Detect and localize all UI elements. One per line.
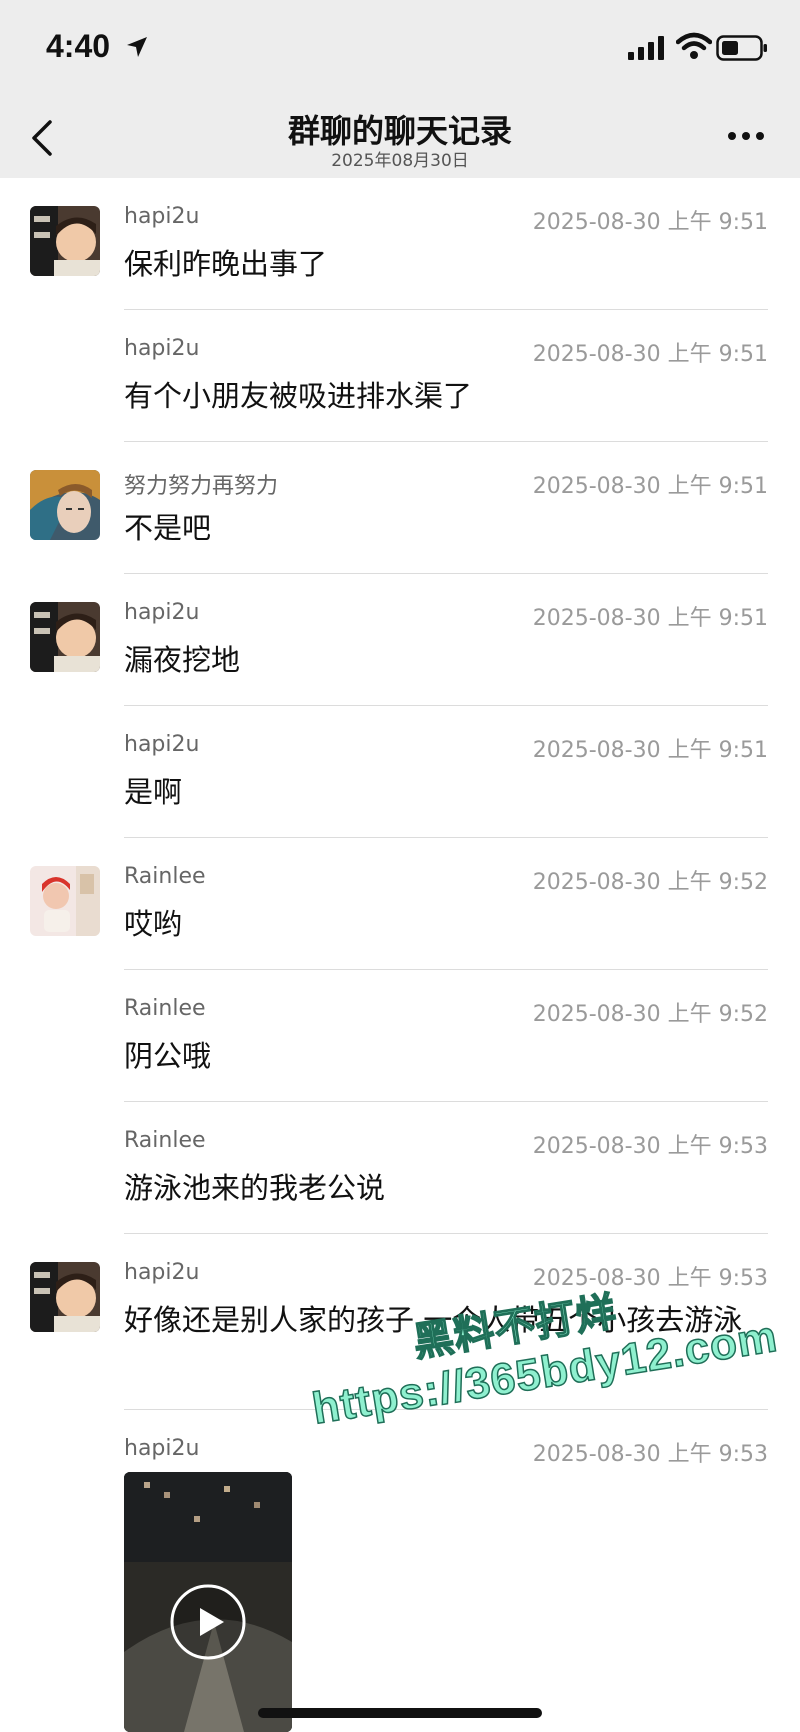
avatar[interactable] [30,206,100,276]
message-time: 2025-08-30 上午 9:51 [532,342,768,367]
more-icon[interactable] [726,130,766,142]
play-icon[interactable] [168,1582,248,1662]
message-text: 有个小朋友被吸进排水渠了 [124,379,473,413]
message-time: 2025-08-30 上午 9:53 [532,1134,768,1159]
message-item[interactable]: hapi2u 2025-08-30 上午 9:51 保利昨晚出事了 [0,178,800,310]
sender-name: Rainlee [124,864,206,889]
avatar[interactable] [30,602,100,672]
avatar[interactable] [30,1262,100,1332]
video-thumbnail[interactable] [124,1472,292,1732]
message-text: 漏夜挖地 [124,643,241,677]
avatar[interactable] [30,866,100,936]
message-item[interactable]: hapi2u 2025-08-30 上午 9:53 [0,1410,800,1732]
sender-name: hapi2u [124,336,200,361]
sender-name: hapi2u [124,204,200,229]
message-time: 2025-08-30 上午 9:51 [532,606,768,631]
location-arrow-icon [127,37,147,57]
message-item[interactable]: hapi2u 2025-08-30 上午 9:51 是啊 [0,706,800,838]
message-item[interactable]: Rainlee 2025-08-30 上午 9:52 阴公哦 [0,970,800,1102]
message-text: 保利昨晚出事了 [124,247,328,281]
message-time: 2025-08-30 上午 9:53 [532,1442,768,1467]
message-time: 2025-08-30 上午 9:52 [532,870,768,895]
sender-name: hapi2u [124,732,200,757]
sender-name: Rainlee [124,996,206,1021]
home-indicator [258,1708,542,1718]
message-item[interactable]: Rainlee 2025-08-30 上午 9:53 游泳池来的我老公说 [0,1102,800,1234]
message-text: 是啊 [124,775,183,809]
message-item[interactable]: Rainlee 2025-08-30 上午 9:52 哎哟 [0,838,800,970]
sender-name: hapi2u [124,1260,200,1285]
message-time: 2025-08-30 上午 9:51 [532,474,768,499]
wifi-icon [676,32,712,59]
message-item[interactable]: hapi2u 2025-08-30 上午 9:51 有个小朋友被吸进排水渠了 [0,310,800,442]
cellular-signal-icon [628,36,664,60]
sender-name: hapi2u [124,600,200,625]
message-time: 2025-08-30 上午 9:51 [532,210,768,235]
message-text: 阴公哦 [124,1039,212,1073]
message-text: 游泳池来的我老公说 [124,1171,386,1205]
status-bar: 4:40 [0,0,800,96]
message-text: 哎哟 [124,907,183,941]
message-time: 2025-08-30 上午 9:51 [532,738,768,763]
message-item[interactable]: 努力努力再努力 2025-08-30 上午 9:51 不是吧 [0,442,800,574]
sender-name: hapi2u [124,1436,200,1461]
message-time: 2025-08-30 上午 9:52 [532,1002,768,1027]
page-subtitle: 2025年08月30日 [331,151,469,171]
message-item[interactable]: hapi2u 2025-08-30 上午 9:51 漏夜挖地 [0,574,800,706]
message-text: 不是吧 [124,511,212,545]
sender-name: 努力努力再努力 [124,474,279,499]
nav-bar: 群聊的聊天记录 2025年08月30日 [0,96,800,178]
status-time: 4:40 [46,28,111,64]
battery-icon [716,35,767,61]
sender-name: Rainlee [124,1128,206,1153]
avatar[interactable] [30,470,100,540]
